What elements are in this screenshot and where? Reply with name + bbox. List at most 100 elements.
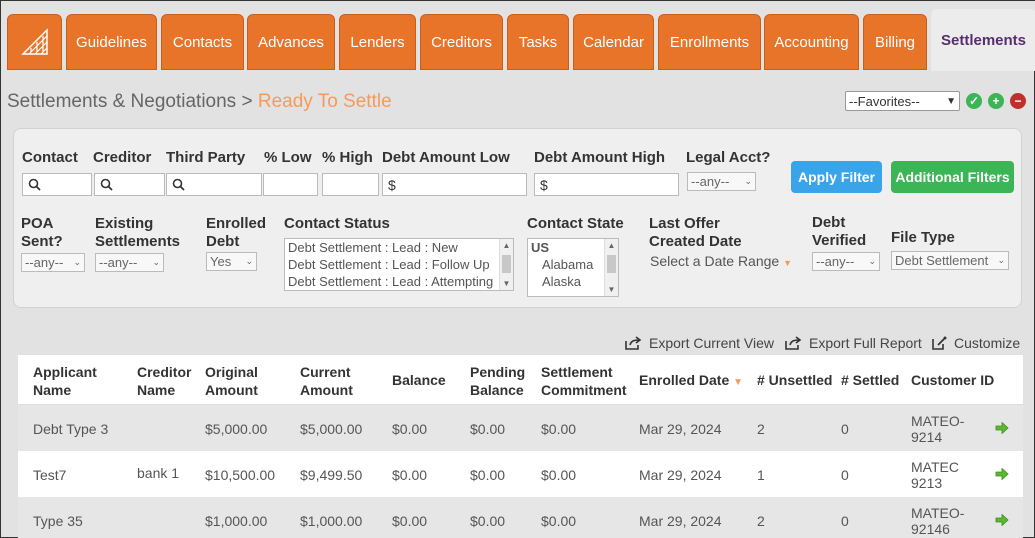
cell-unsettled: 2 [757,421,765,437]
scroll-thumb[interactable] [502,255,511,273]
list-item[interactable]: Debt Settlement : Lead : Follow Up [285,256,513,273]
poa-sent-label: POA Sent? [21,215,63,250]
tab-contacts[interactable]: Contacts [161,14,244,70]
table-row[interactable]: Debt Type 3 $5,000.00 $5,000.00 $0.00 $0… [18,405,1023,451]
pct-low-label: % Low [264,149,312,166]
contact-status-listbox[interactable]: Debt Settlement : Lead : New Debt Settle… [284,238,514,291]
confirm-favorite-icon[interactable]: ✓ [966,93,982,109]
chevron-down-icon: ⌄ [152,257,160,267]
filter-panel: Contact Creditor Third Party % Low % Hig… [13,128,1022,308]
existing-settlements-select[interactable]: --any-- ⌄ [95,253,164,272]
open-record-arrow-icon[interactable] [995,468,1009,480]
open-record-arrow-icon[interactable] [995,422,1009,434]
contact-state-listbox[interactable]: US Alabama Alaska ▲ ▼ [527,238,619,297]
chevron-down-icon: ⌄ [868,256,876,266]
debt-amount-high-input[interactable]: $ [534,173,679,196]
col-current-amount[interactable]: Current Amount [300,363,353,399]
col-applicant-name[interactable]: Applicant Name [33,363,97,399]
export-full-report-link[interactable]: Export Full Report [785,335,922,351]
tab-settlements[interactable]: Settlements [931,9,1035,71]
remove-favorite-icon[interactable]: − [1010,93,1026,109]
file-type-select[interactable]: Debt Settlement ⌄ [891,251,1009,270]
pct-high-input[interactable] [322,173,379,196]
tab-billing[interactable]: Billing [863,14,927,70]
cell-balance: $0.00 [392,513,428,529]
customize-link[interactable]: Customize [932,335,1020,351]
third-party-search-input[interactable] [166,173,262,196]
breadcrumb-root[interactable]: Settlements & Negotiations [7,91,236,112]
cell-settled: 0 [841,421,849,437]
existing-settlements-label: Existing Settlements [95,215,181,250]
open-record-arrow-icon[interactable] [995,514,1009,526]
chevron-down-icon: ▼ [946,95,956,107]
table-row[interactable]: Type 35 $1,000.00 $1,000.00 $0.00 $0.00 … [18,497,1023,538]
scroll-up-icon[interactable]: ▲ [605,241,618,250]
scrollbar[interactable]: ▲ ▼ [604,239,618,296]
top-navigation: Guidelines Contacts Advances Lenders Cre… [1,1,1035,71]
scroll-up-icon[interactable]: ▲ [500,241,513,250]
tab-lenders[interactable]: Lenders [339,14,416,70]
add-favorite-icon[interactable]: + [988,93,1004,109]
poa-sent-select[interactable]: --any-- ⌄ [21,253,85,272]
cell-balance: $0.00 [392,467,428,483]
last-offer-value: Select a Date Range [650,253,780,269]
chevron-down-icon: ⌄ [73,257,81,267]
tab-calendar[interactable]: Calendar [573,14,654,70]
debt-amount-high-label: Debt Amount High [534,149,666,166]
col-settlement-commitment[interactable]: Settlement Commitment [541,363,627,399]
col-unsettled[interactable]: # Unsettled [757,371,832,389]
currency-symbol: $ [540,176,548,193]
col-settled[interactable]: # Settled [841,371,899,389]
breadcrumb: Settlements & Negotiations > Ready To Se… [7,91,392,113]
cell-customer-id[interactable]: MATEC 9213 [911,459,959,491]
cell-current: $9,499.50 [300,467,363,483]
export-full-label: Export Full Report [809,335,922,351]
col-original-amount[interactable]: Original Amount [205,363,258,399]
enrolled-debt-label: Enrolled Debt [206,215,267,250]
last-offer-date-range[interactable]: Select a Date Range ▼ [650,253,792,269]
cell-enrolled: Mar 29, 2024 [639,421,722,437]
tab-creditors[interactable]: Creditors [420,14,503,70]
tab-tasks[interactable]: Tasks [507,14,569,70]
search-icon [100,178,113,191]
cell-balance: $0.00 [392,421,428,437]
additional-filters-button[interactable]: Additional Filters [891,161,1014,193]
creditor-search-input[interactable] [94,173,165,196]
col-balance[interactable]: Balance [392,371,446,389]
pct-low-input[interactable] [263,173,318,196]
col-customer-id[interactable]: Customer ID [911,371,994,389]
list-item[interactable]: Debt Settlement : Lead : Attempting [285,273,513,290]
contact-search-input[interactable] [22,173,92,196]
table-row[interactable]: Test7 bank 1 $10,500.00 $9,499.50 $0.00 … [18,451,1023,497]
scroll-down-icon[interactable]: ▼ [605,285,618,294]
existing-settlements-value: --any-- [99,255,138,270]
export-current-view-link[interactable]: Export Current View [625,335,774,351]
debt-amount-low-input[interactable]: $ [382,173,527,196]
tab-advances[interactable]: Advances [247,14,335,70]
scrollbar[interactable]: ▲ ▼ [499,239,513,290]
col-pending-balance[interactable]: Pending Balance [470,363,525,399]
favorites-select[interactable]: --Favorites-- ▼ [845,91,960,111]
tab-enrollments[interactable]: Enrollments [658,14,761,70]
home-logo-tab[interactable] [7,14,62,70]
cell-current: $5,000.00 [300,421,363,437]
list-item[interactable]: Debt Settlement : Lead : New [285,239,513,256]
scroll-down-icon[interactable]: ▼ [500,279,513,288]
enrolled-debt-select[interactable]: Yes ⌄ [206,252,257,271]
scroll-thumb[interactable] [607,255,616,273]
last-offer-label: Last Offer Created Date [649,215,742,250]
pct-high-label: % High [322,149,373,166]
col-enrolled-date[interactable]: Enrolled Date ▼ [639,371,743,392]
breadcrumb-separator: > [236,91,258,112]
debt-verified-select[interactable]: --any-- ⌄ [812,252,880,271]
col-creditor-name[interactable]: Creditor Name [137,363,191,399]
legal-acct-select[interactable]: --any-- ⌄ [687,172,756,191]
customize-label: Customize [954,335,1021,351]
cell-settled: 0 [841,513,849,529]
tab-accounting[interactable]: Accounting [764,14,859,70]
tab-guidelines[interactable]: Guidelines [66,14,157,70]
cell-customer-id[interactable]: MATEO- 9214 [911,413,964,445]
cell-customer-id[interactable]: MATEO- 92146 [911,505,964,537]
edit-icon [932,336,947,350]
apply-filter-button[interactable]: Apply Filter [791,161,882,193]
